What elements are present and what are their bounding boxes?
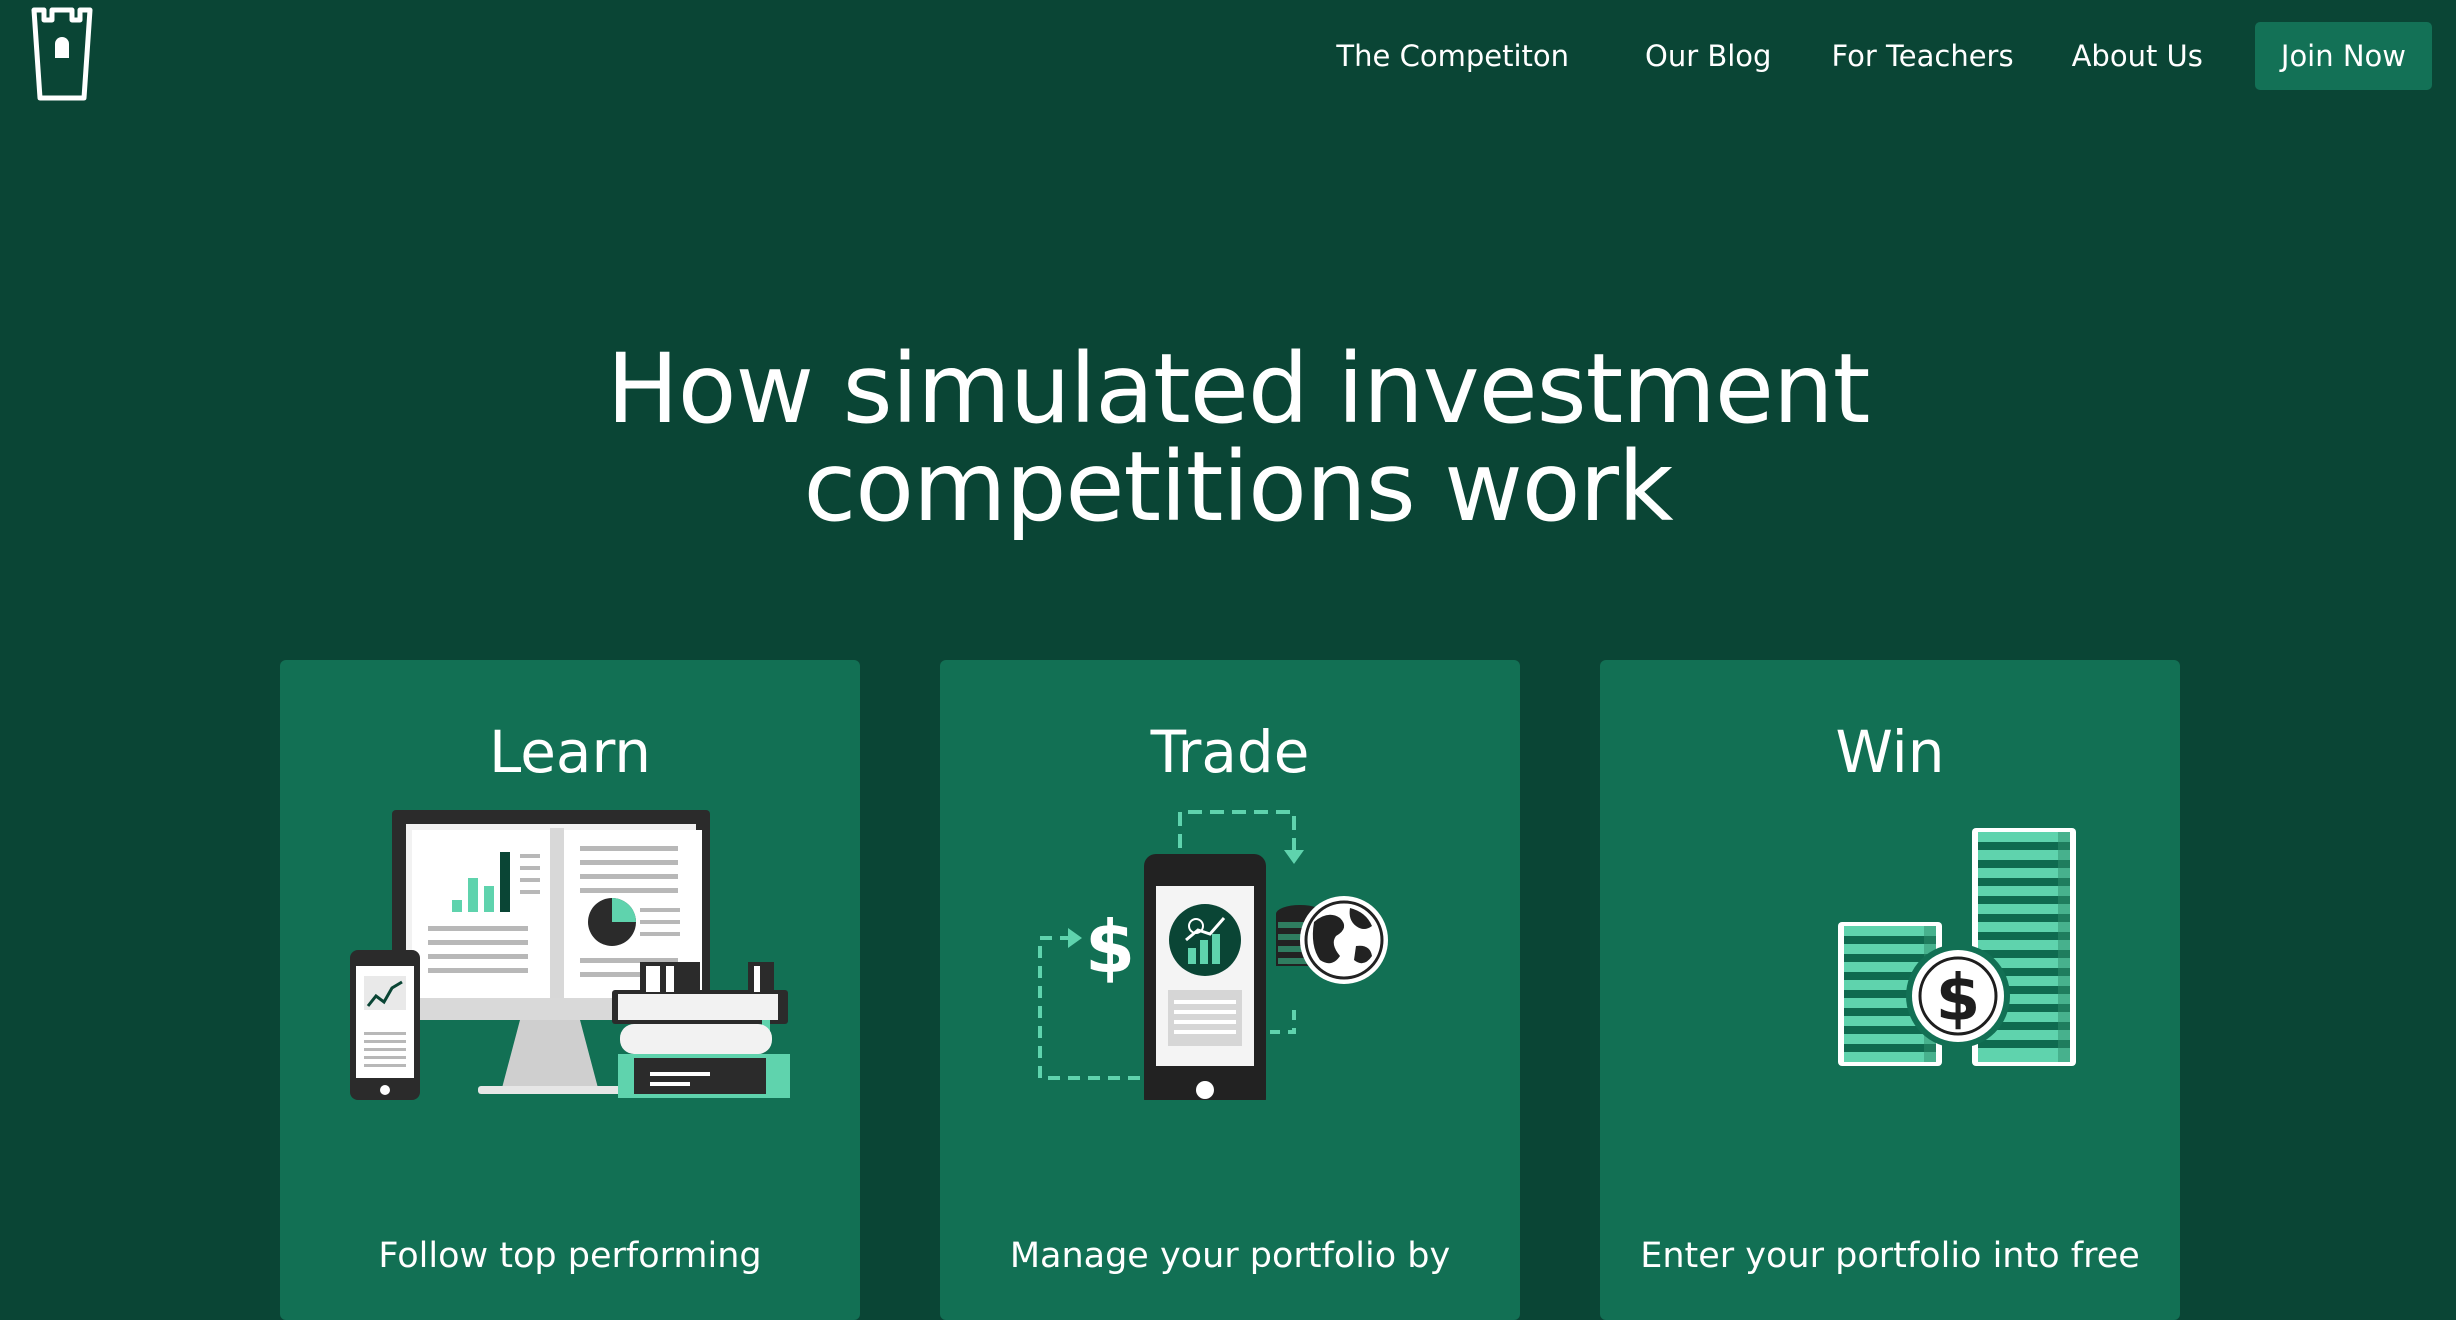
- join-now-button[interactable]: Join Now: [2254, 22, 2432, 90]
- card-trade-text: Manage your portfolio by: [1009, 1236, 1451, 1276]
- card-learn-title: Learn: [488, 718, 652, 786]
- card-win: Win $ Enter your portfolio into free: [1600, 660, 2180, 1320]
- hero-title-line-1: How simulated investment: [606, 333, 1871, 445]
- card-learn: Learn Follow top performing: [280, 660, 860, 1320]
- nav-link-blog[interactable]: Our Blog: [1645, 39, 1771, 73]
- card-learn-text: Follow top performing: [378, 1236, 762, 1276]
- card-win-title: Win: [1835, 718, 1945, 786]
- win-illustration-icon: $: [1670, 810, 2110, 1100]
- hero-title: How simulated investment competitions wo…: [0, 340, 2456, 536]
- nav-link-competition[interactable]: The Competiton: [1336, 39, 1569, 73]
- nav-link-about[interactable]: About Us: [2072, 39, 2203, 73]
- hero-title-line-2: competitions work: [803, 431, 1673, 543]
- nav-link-teachers[interactable]: For Teachers: [1831, 39, 2013, 73]
- card-win-text: Enter your portfolio into free: [1640, 1236, 2140, 1276]
- card-trade: Trade $ Manage your portfolio by: [940, 660, 1520, 1320]
- main-nav: The Competiton Our Blog For Teachers Abo…: [1336, 22, 2432, 90]
- svg-text:$: $: [1085, 905, 1135, 989]
- svg-text:$: $: [1936, 962, 1981, 1036]
- trade-illustration-icon: $: [1010, 810, 1450, 1110]
- learn-illustration-icon: [350, 810, 790, 1100]
- logo-castle-icon[interactable]: [30, 6, 94, 102]
- card-trade-title: Trade: [1150, 718, 1310, 786]
